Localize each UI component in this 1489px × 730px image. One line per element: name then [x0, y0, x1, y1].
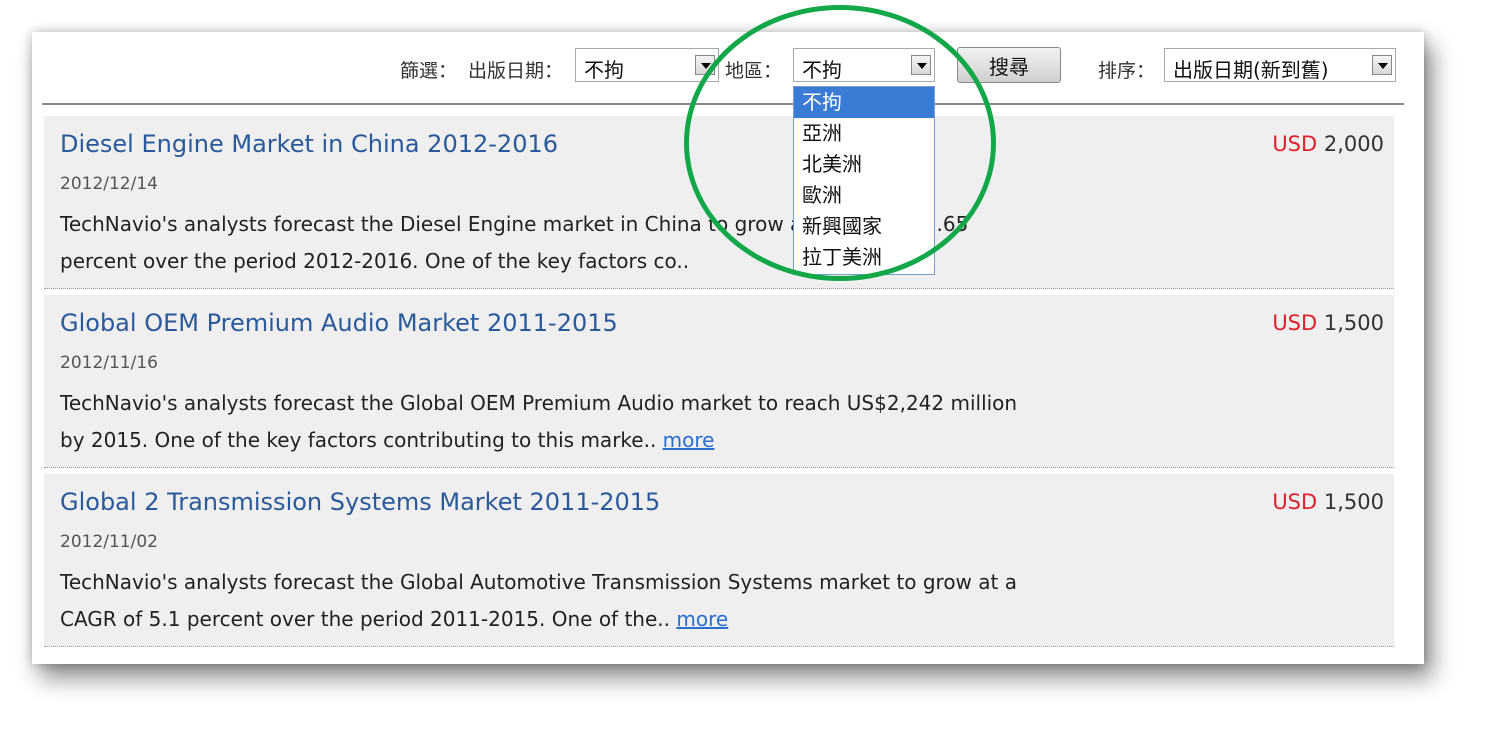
- report-price: USD 1,500: [1272, 311, 1384, 335]
- report-date: 2012/11/16: [60, 353, 158, 373]
- price-currency: USD: [1272, 490, 1318, 514]
- chevron-down-icon[interactable]: [1372, 55, 1392, 75]
- report-title-link[interactable]: Global 2 Transmission Systems Market 201…: [60, 488, 660, 516]
- date-filter-select[interactable]: 不拘: [575, 48, 719, 82]
- list-item: Global 2 Transmission Systems Market 201…: [44, 474, 1394, 647]
- description-line: percent over the period 2012-2016. One o…: [60, 249, 690, 273]
- filter-bar: 篩選： 出版日期： 不拘 地區： 不拘 搜尋 排序： 出版日期(新到舊): [32, 32, 1424, 104]
- sort-label: 排序：: [1098, 60, 1156, 82]
- region-option[interactable]: 亞洲: [794, 118, 934, 149]
- region-filter-select[interactable]: 不拘: [793, 48, 935, 82]
- region-dropdown-list: 不拘 亞洲 北美洲 歐洲 新興國家 拉丁美洲: [793, 86, 935, 275]
- more-link[interactable]: more: [676, 607, 728, 631]
- region-option[interactable]: 歐洲: [794, 180, 934, 211]
- price-value: 1,500: [1323, 311, 1384, 335]
- sort-value: 出版日期(新到舊): [1173, 58, 1329, 82]
- description-line: CAGR of 5.1 percent over the period 2011…: [60, 607, 670, 631]
- report-date: 2012/12/14: [60, 174, 158, 194]
- list-item: Global OEM Premium Audio Market 2011-201…: [44, 295, 1394, 468]
- region-option[interactable]: 不拘: [794, 87, 934, 118]
- description-line: TechNavio's analysts forecast the Global…: [60, 570, 1017, 594]
- region-option[interactable]: 新興國家: [794, 211, 934, 242]
- region-filter-value: 不拘: [802, 58, 842, 82]
- chevron-down-icon[interactable]: [911, 55, 931, 75]
- report-description: TechNavio's analysts forecast the Diesel…: [60, 206, 1170, 280]
- search-button[interactable]: 搜尋: [957, 47, 1061, 83]
- list-item: Diesel Engine Market in China 2012-2016 …: [44, 116, 1394, 289]
- region-filter-label: 地區：: [725, 60, 783, 82]
- description-line: TechNavio's analysts forecast the Global…: [60, 391, 1018, 415]
- report-description: TechNavio's analysts forecast the Global…: [60, 385, 1170, 459]
- date-filter-value: 不拘: [584, 58, 624, 82]
- region-option[interactable]: 北美洲: [794, 149, 934, 180]
- price-currency: USD: [1272, 132, 1318, 156]
- price-value: 2,000: [1323, 132, 1384, 156]
- region-option[interactable]: 拉丁美洲: [794, 242, 934, 273]
- report-title-link[interactable]: Global OEM Premium Audio Market 2011-201…: [60, 309, 618, 337]
- chevron-down-icon[interactable]: [695, 55, 715, 75]
- report-price: USD 1,500: [1272, 490, 1384, 514]
- report-description: TechNavio's analysts forecast the Global…: [60, 564, 1170, 638]
- price-currency: USD: [1272, 311, 1318, 335]
- screenshot-frame: 篩選： 出版日期： 不拘 地區： 不拘 搜尋 排序： 出版日期(新到舊) Die…: [32, 5, 1424, 664]
- price-value: 1,500: [1323, 490, 1384, 514]
- report-price: USD 2,000: [1272, 132, 1384, 156]
- more-link[interactable]: more: [663, 428, 715, 452]
- divider: [42, 103, 1404, 105]
- date-filter-label: 出版日期：: [468, 60, 564, 82]
- sort-select[interactable]: 出版日期(新到舊): [1164, 48, 1396, 82]
- description-line: by 2015. One of the key factors contribu…: [60, 428, 657, 452]
- report-date: 2012/11/02: [60, 532, 158, 552]
- report-title-link[interactable]: Diesel Engine Market in China 2012-2016: [60, 130, 558, 158]
- filter-label: 篩選：: [400, 60, 458, 82]
